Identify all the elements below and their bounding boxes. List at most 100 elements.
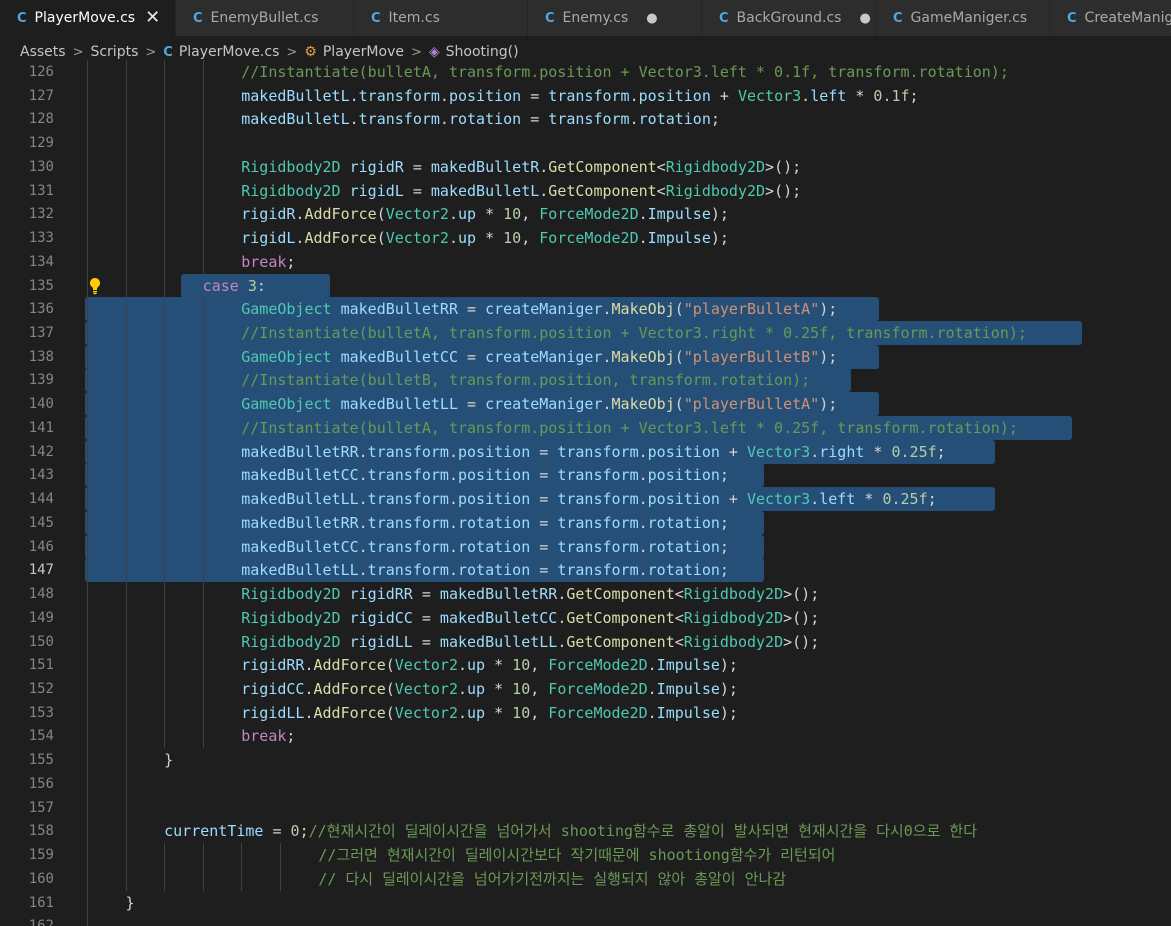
code-line[interactable]: 143 makedBulletCC.transform.position = tr… xyxy=(0,463,1171,488)
code-line[interactable]: 157 xyxy=(0,795,1171,820)
code-line[interactable]: 141 //Instantiate(bulletA, transform.posi… xyxy=(0,415,1171,440)
chevron-right-icon: > xyxy=(72,44,84,60)
code-token: GetComponent xyxy=(548,157,657,176)
code-token: = xyxy=(403,157,431,176)
unsaved-dot-icon[interactable]: ● xyxy=(859,11,870,26)
indent-guide xyxy=(125,131,127,156)
code-line[interactable]: 154 break; xyxy=(0,724,1171,749)
code-line[interactable]: 155} xyxy=(0,748,1171,773)
code-line[interactable]: 136 GameObject makedBulletRR = createMani… xyxy=(0,297,1171,322)
code-text: break; xyxy=(241,724,295,748)
code-line[interactable]: 140 GameObject makedBulletLL = createMani… xyxy=(0,392,1171,417)
code-token: makedBulletCC xyxy=(241,466,359,485)
code-line[interactable]: 148 Rigidbody2D rigidRR = makedBulletRR.G… xyxy=(0,582,1171,607)
breadcrumb-method[interactable]: Shooting() xyxy=(446,44,519,60)
code-token: . xyxy=(448,205,458,224)
code-line[interactable]: 132 rigidR.AddForce(Vector2.up * 10, Forc… xyxy=(0,202,1171,227)
code-token: , xyxy=(521,229,540,248)
code-token: Impulse xyxy=(647,205,711,224)
code-line[interactable]: 160 // 다시 딜레이시간을 넘어가기전까지는 실행되지 않아 총알이 안나감 xyxy=(0,866,1171,891)
code-token: AddForce xyxy=(304,229,377,248)
code-editor[interactable]: 126 //Instantiate(bulletA, transform.posi… xyxy=(0,60,1171,926)
lightbulb-icon[interactable] xyxy=(88,277,102,295)
code-token: position xyxy=(457,442,531,461)
code-line[interactable]: 142 makedBulletRR.transform.position = tr… xyxy=(0,439,1171,464)
indent-guide xyxy=(202,83,204,108)
code-line[interactable]: 147 makedBulletLL.transform.rotation = tr… xyxy=(0,558,1171,583)
breadcrumb-file[interactable]: PlayerMove.cs xyxy=(179,44,280,60)
code-line[interactable]: 153 rigidLL.AddForce(Vector2.up * 10, For… xyxy=(0,700,1171,725)
indent-guide xyxy=(164,866,166,891)
tab-enemybullet-cs[interactable]: C EnemyBullet.cs xyxy=(176,0,354,36)
code-line[interactable]: 156 xyxy=(0,771,1171,796)
code-line[interactable]: 126 //Instantiate(bulletA, transform.posi… xyxy=(0,60,1171,84)
code-line[interactable]: 161} xyxy=(0,890,1171,915)
code-token: 3 xyxy=(247,276,257,295)
line-number: 143 xyxy=(28,467,54,484)
code-text: GameObject makedBulletRR = createManiger… xyxy=(241,297,837,321)
code-line[interactable]: 158 currentTime = 0;//현재시간이 딜레이시간을 넘어가서 s… xyxy=(0,819,1171,844)
code-line[interactable]: 149 Rigidbody2D rigidCC = makedBulletCC.G… xyxy=(0,605,1171,630)
csharp-file-icon: C xyxy=(17,10,27,26)
code-token: Rigidbody2D xyxy=(683,608,784,627)
code-token: GameObject xyxy=(241,395,332,414)
unsaved-dot-icon[interactable]: ● xyxy=(646,11,657,26)
code-line[interactable]: 151 rigidRR.AddForce(Vector2.up * 10, For… xyxy=(0,653,1171,678)
indent-guide xyxy=(125,178,127,203)
code-line[interactable]: 150 Rigidbody2D rigidLL = makedBulletLL.G… xyxy=(0,629,1171,654)
indent-guide xyxy=(125,843,127,868)
indent-guide xyxy=(87,249,88,274)
code-line[interactable]: 134 break; xyxy=(0,249,1171,274)
indent-guide xyxy=(202,605,204,630)
code-line[interactable]: 131 Rigidbody2D rigidL = makedBulletL.Get… xyxy=(0,178,1171,203)
code-line[interactable]: 137 //Instantiate(bulletA, transform.posi… xyxy=(0,321,1171,346)
code-line[interactable]: 138 GameObject makedBulletCC = createMani… xyxy=(0,344,1171,369)
code-line[interactable]: 145 makedBulletRR.transform.rotation = tr… xyxy=(0,510,1171,535)
code-line[interactable]: 129 xyxy=(0,131,1171,156)
code-token: transform xyxy=(367,442,449,461)
code-token: 0.1f xyxy=(873,86,910,105)
indent-guide xyxy=(164,415,166,440)
breadcrumb-assets[interactable]: Assets xyxy=(20,44,66,60)
line-number: 149 xyxy=(28,609,54,626)
code-token: GetComponent xyxy=(566,608,675,627)
code-token: transform xyxy=(557,466,639,485)
code-line[interactable]: 146 makedBulletCC.transform.rotation = tr… xyxy=(0,534,1171,559)
indent-guide xyxy=(202,60,204,84)
code-token: . xyxy=(602,300,612,319)
line-number: 134 xyxy=(28,253,54,270)
code-line[interactable]: 162 xyxy=(0,914,1171,926)
tab-gamemaniger-cs[interactable]: C GameManiger.cs xyxy=(876,0,1050,36)
code-line[interactable]: 127 makedBulletL.transform.position = tra… xyxy=(0,83,1171,108)
code-token: Impulse xyxy=(647,229,711,248)
code-text: case 3: xyxy=(203,274,266,298)
close-icon[interactable]: ✕ xyxy=(145,9,160,27)
code-line[interactable]: 159 //그러면 현재시간이 딜레이시간보다 작기때문에 shootiong함수… xyxy=(0,843,1171,868)
code-token: < xyxy=(656,157,666,176)
code-line[interactable]: 133 rigidL.AddForce(Vector2.up * 10, Forc… xyxy=(0,226,1171,251)
tab-enemy-cs[interactable]: C Enemy.cs ● xyxy=(528,0,702,36)
tab-background-cs[interactable]: C BackGround.cs ● xyxy=(702,0,876,36)
code-line[interactable]: 152 rigidCC.AddForce(Vector2.up * 10, For… xyxy=(0,676,1171,701)
code-token: Rigidbody2D xyxy=(683,585,784,604)
code-token: . xyxy=(638,205,648,224)
indent-guide xyxy=(164,60,166,84)
code-line[interactable]: 139 //Instantiate(bulletB, transform.posi… xyxy=(0,368,1171,393)
indent-guide xyxy=(164,534,166,559)
code-token: makedBulletRR xyxy=(439,585,558,604)
code-text: //Instantiate(bulletB, transform.positio… xyxy=(241,368,810,392)
code-line[interactable]: 135 case 3: xyxy=(0,273,1171,298)
code-line[interactable]: 128 makedBulletL.transform.rotation = tra… xyxy=(0,107,1171,132)
tab-playermove-cs[interactable]: C PlayerMove.cs ✕ xyxy=(0,0,176,36)
code-line[interactable]: 130 Rigidbody2D rigidR = makedBulletR.Get… xyxy=(0,154,1171,179)
code-line[interactable]: 144 makedBulletLL.transform.position = tr… xyxy=(0,487,1171,512)
breadcrumb-class[interactable]: PlayerMove xyxy=(323,44,404,60)
indent-guide xyxy=(125,463,127,488)
code-token: = xyxy=(412,632,440,651)
breadcrumb-scripts[interactable]: Scripts xyxy=(90,44,138,60)
tab-createmaniger-cs[interactable]: C CreateManiger.cs xyxy=(1050,0,1171,36)
code-token: transform xyxy=(367,561,449,580)
code-token: rigidCC xyxy=(241,679,305,698)
tab-item-cs[interactable]: C Item.cs xyxy=(354,0,528,36)
code-token: transform xyxy=(557,561,639,580)
